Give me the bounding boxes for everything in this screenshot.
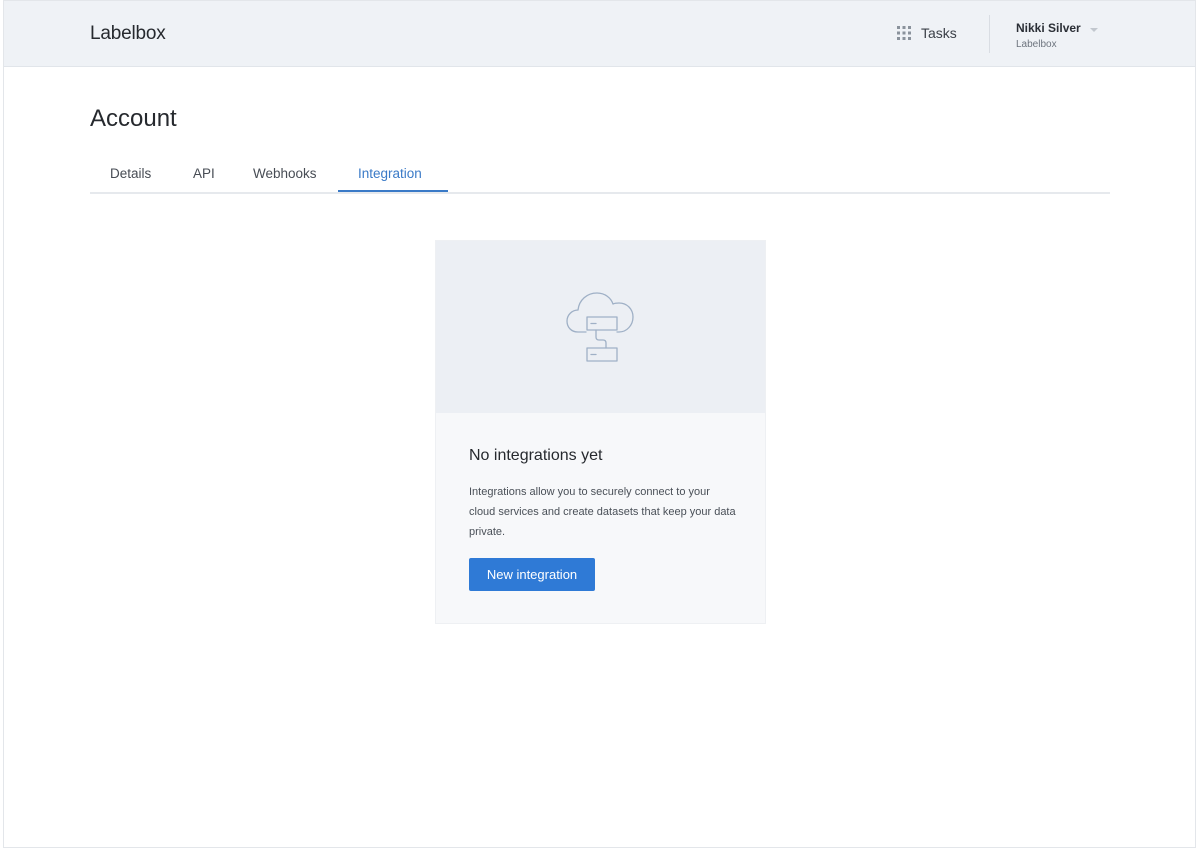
tab-integration[interactable]: Integration (358, 166, 422, 181)
user-name: Nikki Silver (1016, 21, 1081, 35)
page-title: Account (90, 105, 177, 132)
grid-icon (897, 26, 911, 40)
empty-state-description: Integrations allow you to securely conne… (469, 486, 736, 538)
tasks-label: Tasks (921, 25, 957, 41)
labelbox-logo[interactable]: Labelbox (90, 23, 166, 45)
active-tab-indicator (338, 190, 448, 192)
new-integration-button[interactable]: New integration (469, 558, 595, 591)
tab-details[interactable]: Details (110, 166, 151, 181)
header-divider (989, 15, 990, 53)
account-tabs: Details API Webhooks Integration (90, 161, 1110, 194)
empty-state-illustration (436, 241, 765, 413)
cloud-server-icon (566, 292, 634, 362)
top-header: Labelbox Tasks Nikki Silver Labelbox (4, 1, 1195, 67)
chevron-down-icon[interactable] (1089, 27, 1099, 33)
empty-state-card: No integrations yet Integrations allow y… (435, 240, 766, 624)
tab-api[interactable]: API (193, 166, 215, 181)
empty-state-title: No integrations yet (469, 447, 603, 464)
user-menu[interactable]: Nikki Silver Labelbox (1016, 21, 1081, 50)
user-organization: Labelbox (1016, 39, 1057, 50)
app-window: Labelbox Tasks Nikki Silver Labelbox Acc… (3, 0, 1196, 848)
tasks-button[interactable]: Tasks (897, 25, 957, 41)
tab-webhooks[interactable]: Webhooks (253, 166, 317, 181)
